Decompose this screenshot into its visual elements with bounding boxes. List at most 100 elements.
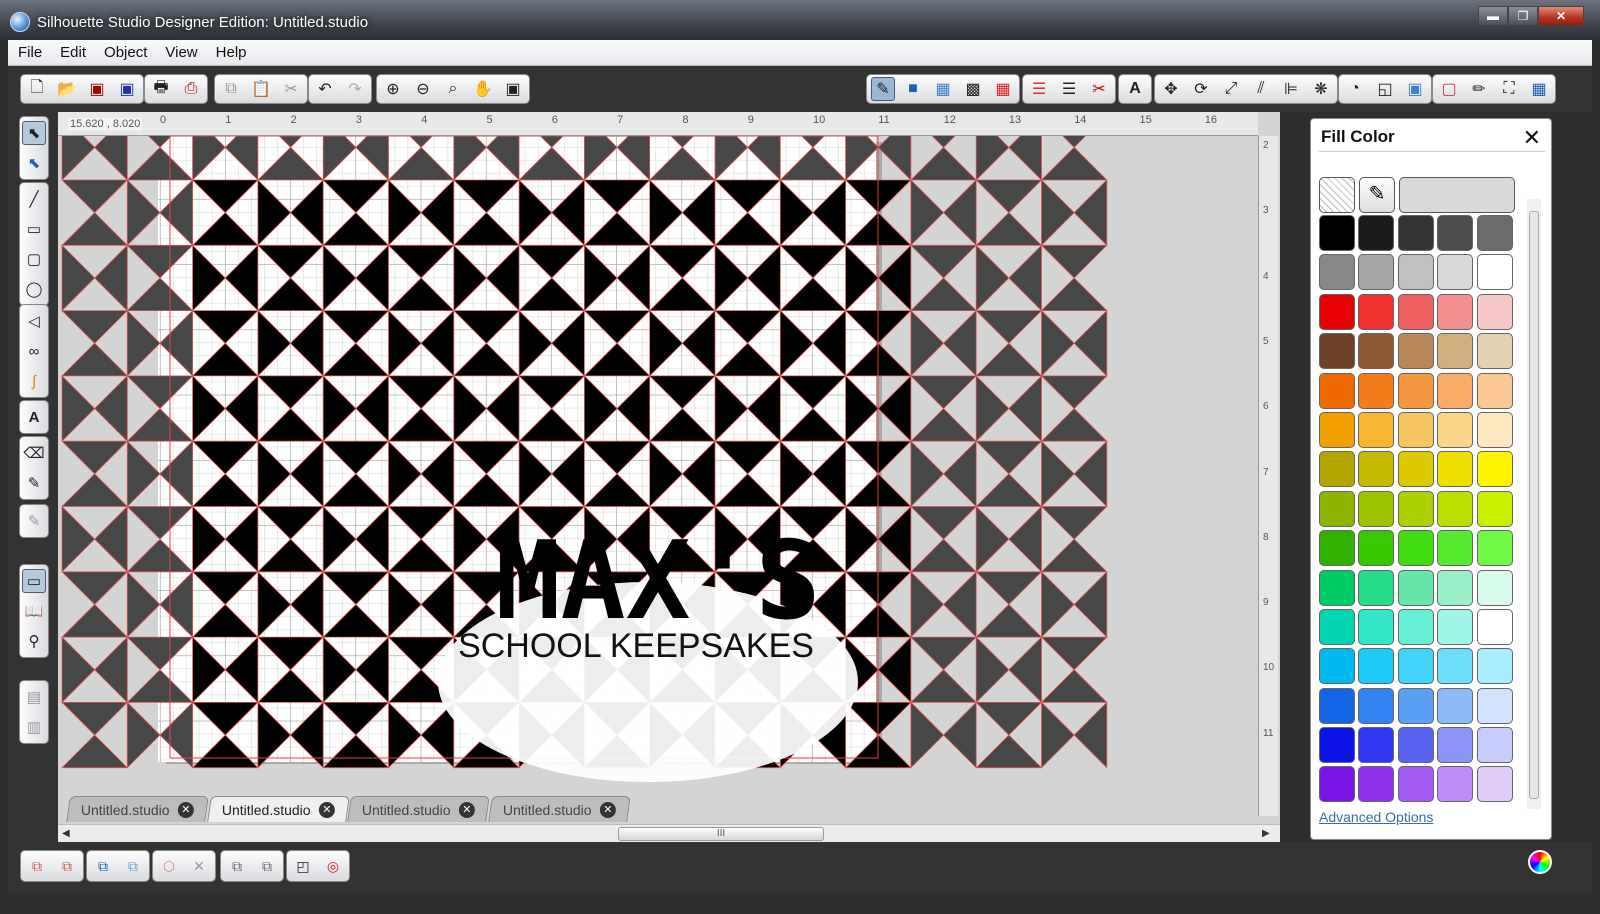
close-tab-icon[interactable]: ✕ xyxy=(318,801,335,818)
triangle-shape[interactable] xyxy=(910,440,945,508)
color-swatch[interactable] xyxy=(1319,766,1355,803)
redo-icon[interactable]: ↷ xyxy=(343,77,367,101)
color-swatch[interactable] xyxy=(1397,451,1434,488)
triangle-shape[interactable] xyxy=(94,374,128,443)
color-swatch[interactable] xyxy=(1476,648,1513,685)
color-swatch[interactable] xyxy=(1437,490,1474,527)
color-swatch[interactable] xyxy=(1476,372,1513,409)
color-swatch[interactable] xyxy=(1397,254,1434,291)
color-swatch[interactable] xyxy=(1358,411,1395,448)
triangle-shape[interactable] xyxy=(61,440,129,475)
color-swatch[interactable] xyxy=(1437,254,1474,291)
design-title-text[interactable]: MAX'S xyxy=(495,519,820,644)
close-button[interactable]: ✕ xyxy=(1538,6,1584,26)
triangle-shape[interactable] xyxy=(1008,505,1042,573)
triangle-shape[interactable] xyxy=(975,505,1010,573)
color-swatch[interactable] xyxy=(1397,411,1434,448)
send-backward-icon[interactable]: ⧉ xyxy=(255,854,279,878)
triangle-shape[interactable] xyxy=(1040,146,1108,181)
triangle-shape[interactable] xyxy=(1041,570,1075,639)
color-swatch[interactable] xyxy=(1358,215,1395,251)
delete-icon[interactable]: ✕ xyxy=(187,854,211,878)
color-swatch[interactable] xyxy=(1476,687,1513,724)
color-swatch[interactable] xyxy=(1397,687,1434,724)
curve-tool-icon[interactable]: ∞ xyxy=(22,339,46,363)
color-swatch[interactable] xyxy=(1437,293,1474,330)
triangle-shape[interactable] xyxy=(909,407,978,442)
triangle-shape[interactable] xyxy=(61,505,96,573)
color-swatch[interactable] xyxy=(1476,411,1513,448)
color-swatch[interactable] xyxy=(1319,333,1355,370)
store-icon[interactable]: ⚲ xyxy=(22,629,46,653)
triangle-shape[interactable] xyxy=(61,374,96,443)
close-tab-icon[interactable]: ✕ xyxy=(459,801,476,818)
color-swatch[interactable] xyxy=(1397,608,1434,645)
scroll-right-icon[interactable]: ▶ xyxy=(1262,828,1270,839)
menu-object[interactable]: Object xyxy=(104,44,147,61)
color-swatch[interactable] xyxy=(1319,608,1355,645)
knife-icon[interactable]: ▣ xyxy=(1403,77,1427,101)
fullscreen-icon[interactable]: ⛶ xyxy=(1497,77,1521,101)
triangle-shape[interactable] xyxy=(975,342,1043,377)
triangle-shape[interactable] xyxy=(910,570,945,639)
color-swatch[interactable] xyxy=(1437,766,1474,803)
triangle-shape[interactable] xyxy=(126,179,161,247)
triangle-shape[interactable] xyxy=(910,701,945,769)
triangle-shape[interactable] xyxy=(909,277,978,312)
design-canvas[interactable]: MAX'S SCHOOL KEEPSAKES 15.620 , 8.020 0 1… xyxy=(58,112,1280,842)
triangle-shape[interactable] xyxy=(975,440,1043,475)
color-swatch[interactable] xyxy=(1397,766,1434,803)
color-swatch[interactable] xyxy=(1476,727,1513,764)
horizontal-scroll-thumb[interactable]: III xyxy=(618,827,824,841)
library-icon[interactable]: 📖 xyxy=(22,599,46,623)
triangle-shape[interactable] xyxy=(1073,701,1108,769)
duplicate-icon[interactable]: ⬡ xyxy=(157,854,181,878)
color-swatch[interactable] xyxy=(1319,530,1355,567)
triangle-shape[interactable] xyxy=(877,505,912,573)
color-swatch[interactable] xyxy=(1319,254,1355,291)
save-icon[interactable]: ▣ xyxy=(85,77,109,101)
cut-icon[interactable]: ✂ xyxy=(279,77,303,101)
triangle-shape[interactable] xyxy=(975,212,1043,246)
triangle-shape[interactable] xyxy=(942,440,977,508)
triangle-shape[interactable] xyxy=(1008,244,1042,312)
offset-icon[interactable]: ◔ xyxy=(1343,77,1367,101)
menu-file[interactable]: File xyxy=(18,44,42,61)
zoom-select-icon[interactable]: ⌕ xyxy=(441,77,465,101)
color-swatch[interactable] xyxy=(1437,569,1474,606)
color-wheel-icon[interactable] xyxy=(1528,850,1552,874)
color-swatch[interactable] xyxy=(1476,293,1513,330)
menu-help[interactable]: Help xyxy=(216,44,247,61)
fill-color-icon[interactable]: ■ xyxy=(901,77,925,101)
triangle-shape[interactable] xyxy=(61,603,129,638)
paste-icon[interactable]: 📋 xyxy=(249,77,273,101)
design-subtitle-text[interactable]: SCHOOL KEEPSAKES xyxy=(458,627,814,665)
color-swatch[interactable] xyxy=(1397,372,1434,409)
triangle-shape[interactable] xyxy=(975,636,1010,704)
panel-scroll-thumb[interactable] xyxy=(1529,211,1539,799)
triangle-shape[interactable] xyxy=(61,702,129,736)
fit-to-page-icon[interactable]: ▣ xyxy=(501,77,525,101)
color-swatch[interactable] xyxy=(1358,293,1395,330)
tab-document-2[interactable]: Untitled.studio ✕ xyxy=(206,796,350,822)
menu-view[interactable]: View xyxy=(165,44,197,61)
move-icon[interactable]: ✥ xyxy=(1159,77,1183,101)
triangle-shape[interactable] xyxy=(942,570,977,639)
triangle-shape[interactable] xyxy=(909,506,978,540)
page-settings-icon[interactable]: ✎ xyxy=(871,77,895,101)
text-style-icon[interactable]: A xyxy=(1123,77,1147,101)
color-swatch[interactable] xyxy=(1476,451,1513,488)
triangle-shape[interactable] xyxy=(909,538,978,573)
triangle-shape[interactable] xyxy=(61,310,129,344)
triangle-shape[interactable] xyxy=(975,310,1043,344)
triangle-shape[interactable] xyxy=(1040,375,1108,410)
split-view-icon[interactable]: ▤ xyxy=(22,685,46,709)
polygon-tool-icon[interactable]: ◁ xyxy=(22,309,46,333)
triangle-shape[interactable] xyxy=(94,244,128,312)
triangle-shape[interactable] xyxy=(909,669,978,703)
text-tool-icon[interactable]: A xyxy=(22,405,46,429)
freehand-tool-icon[interactable]: ∫ xyxy=(22,369,46,393)
color-swatch[interactable] xyxy=(1397,293,1434,330)
line-color-icon[interactable]: ▦ xyxy=(991,77,1015,101)
triangle-shape[interactable] xyxy=(1041,701,1075,769)
